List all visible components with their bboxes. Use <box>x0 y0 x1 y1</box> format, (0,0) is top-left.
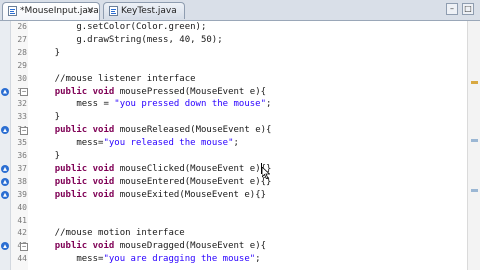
line-number: 26 <box>17 22 27 31</box>
java-file-icon <box>8 6 17 16</box>
close-tab-icon[interactable]: ✕ <box>86 3 94 19</box>
code-text: } <box>33 47 61 58</box>
tab-label: KeyTest.java <box>121 6 177 16</box>
java-file-icon <box>109 6 118 16</box>
line-number: 28 <box>17 47 27 57</box>
code-line: 27 g.drawString(mess, 40, 50); <box>0 34 468 47</box>
code-line: 33 } <box>0 111 468 124</box>
code-comment: //mouse listener interface <box>33 73 196 84</box>
line-number: 39 <box>17 189 27 199</box>
code-line: 31 public void mousePressed(MouseEvent e… <box>0 86 468 99</box>
line-number: 41 <box>17 215 27 225</box>
code-text: g.drawString(mess, 40, 50); <box>33 34 223 45</box>
code-text: public void mouseReleased(MouseEvent e){ <box>54 125 272 136</box>
line-number: 33 <box>17 112 27 122</box>
line-number: 35 <box>17 138 27 148</box>
occurrence-marker[interactable] <box>471 189 478 192</box>
code-text: public void mouseClicked(MouseEvent e){} <box>54 163 272 174</box>
code-text: public void mouseEntered(MouseEvent e){} <box>54 176 272 187</box>
line-number: 42 <box>17 228 27 238</box>
override-marker-icon[interactable] <box>1 164 9 173</box>
line-number: 32 <box>17 99 27 109</box>
code-line: 44 mess="you are dragging the mouse"; <box>0 253 468 266</box>
minimize-button[interactable]: – <box>446 3 458 15</box>
code-text: public void mouseExited(MouseEvent e){} <box>54 189 267 200</box>
code-text: } <box>33 112 61 123</box>
code-editor[interactable]: 26 g.setColor(Color.green); 27 g.drawStr… <box>0 21 480 270</box>
code-line: 39 public void mouseExited(MouseEvent e)… <box>0 189 468 202</box>
code-line: 36 } <box>0 150 468 163</box>
override-marker-icon[interactable] <box>1 242 9 251</box>
tab-mouseinput-java[interactable]: *MouseInput.java ✕ <box>2 2 100 20</box>
override-marker-icon[interactable] <box>1 177 9 186</box>
code-text: } <box>33 151 61 161</box>
code-line: 41 <box>0 215 468 228</box>
editor-tab-bar: *MouseInput.java ✕ KeyTest.java – □ <box>0 0 480 21</box>
code-line: 28 } <box>0 47 468 60</box>
line-number: 36 <box>17 151 27 160</box>
overview-ruler[interactable] <box>467 21 480 270</box>
override-marker-icon[interactable] <box>1 126 9 135</box>
override-marker-icon[interactable] <box>1 87 9 96</box>
fold-collapse-icon[interactable]: − <box>20 243 28 251</box>
code-line: 37 public void mouseClicked(MouseEvent e… <box>0 163 468 176</box>
occurrence-marker[interactable] <box>471 139 478 142</box>
line-number: 40 <box>17 202 27 212</box>
code-line: 30 //mouse listener interface <box>0 73 468 86</box>
line-number: 30 <box>17 73 27 83</box>
code-text: mess="you are dragging the mouse"; <box>33 254 261 265</box>
fold-collapse-icon[interactable]: − <box>20 127 28 135</box>
code-text: public void mousePressed(MouseEvent e){ <box>54 86 267 97</box>
line-number: 44 <box>17 254 27 264</box>
code-line: 43 public void mouseDragged(MouseEvent e… <box>0 240 468 253</box>
code-text: mess="you released the mouse"; <box>33 138 239 149</box>
code-text: mess = "you pressed down the mouse"; <box>33 99 272 110</box>
warning-marker[interactable] <box>471 81 478 84</box>
code-line: 42 //mouse motion interface <box>0 227 468 240</box>
code-line: 34 public void mouseReleased(MouseEvent … <box>0 124 468 137</box>
line-number: 27 <box>17 34 27 44</box>
code-text: g.setColor(Color.green); <box>33 22 207 32</box>
code-line: 35 mess="you released the mouse"; <box>0 137 468 150</box>
line-number: 37 <box>17 163 27 173</box>
code-line: 26 g.setColor(Color.green); <box>0 21 468 34</box>
code-line: 38 public void mouseEntered(MouseEvent e… <box>0 176 468 189</box>
override-marker-icon[interactable] <box>1 190 9 199</box>
mouse-pointer-icon <box>262 167 270 179</box>
code-line: 32 mess = "you pressed down the mouse"; <box>0 98 468 111</box>
code-line: 40 <box>0 202 468 215</box>
tab-keytest-java[interactable]: KeyTest.java <box>103 2 185 19</box>
code-text: public void mouseDragged(MouseEvent e){ <box>54 241 267 252</box>
code-comment: //mouse motion interface <box>33 228 185 239</box>
code-line: 29 <box>0 60 468 73</box>
line-number: 38 <box>17 176 27 186</box>
maximize-button[interactable]: □ <box>462 3 474 15</box>
fold-collapse-icon[interactable]: − <box>20 88 28 96</box>
line-number: 29 <box>17 60 27 70</box>
